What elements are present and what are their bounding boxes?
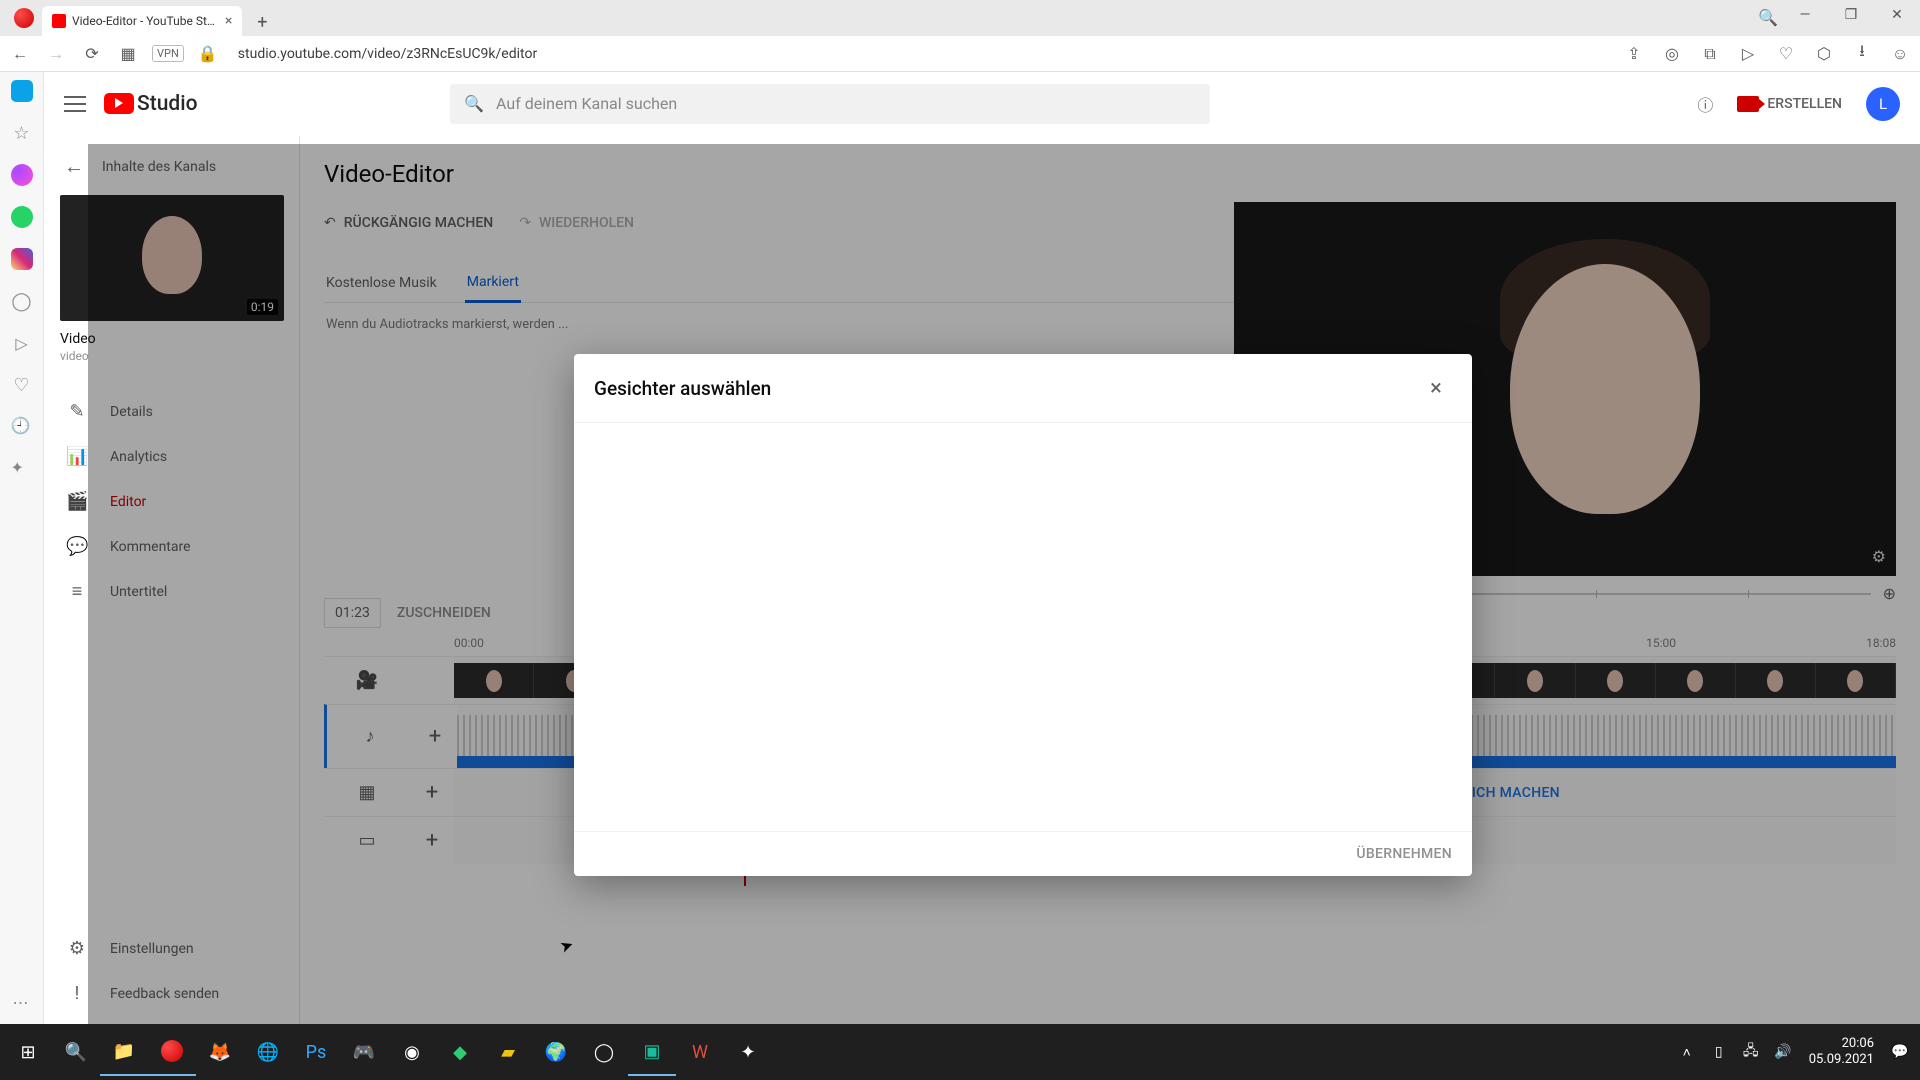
opera-menu-button[interactable] bbox=[6, 0, 42, 36]
addr-download-icon[interactable]: ⭳ bbox=[1850, 42, 1874, 66]
youtube-play-icon bbox=[104, 93, 134, 114]
addr-action-2-icon[interactable]: ◎ bbox=[1660, 42, 1684, 66]
studio-logo[interactable]: Studio bbox=[104, 92, 198, 116]
tab-close-icon[interactable]: × bbox=[225, 13, 232, 29]
site-lock-icon[interactable]: 🔒 bbox=[196, 42, 220, 66]
search-placeholder: Auf deinem Kanal suchen bbox=[496, 94, 677, 113]
tray-battery-icon[interactable]: ▯ bbox=[1703, 1028, 1735, 1076]
nav-forward-icon[interactable]: → bbox=[44, 42, 68, 66]
addr-action-1-icon[interactable]: ⇪ bbox=[1622, 42, 1646, 66]
app-globe-icon[interactable]: 🌍 bbox=[532, 1028, 580, 1076]
search-icon: 🔍 bbox=[464, 94, 484, 113]
app-yellow-icon[interactable]: ▰ bbox=[484, 1028, 532, 1076]
tray-volume-icon[interactable]: 🔊 bbox=[1767, 1028, 1799, 1076]
taskbar-search-icon[interactable]: 🔍 bbox=[52, 1028, 100, 1076]
app-red-w-icon[interactable]: W bbox=[676, 1028, 724, 1076]
app-teal-icon[interactable]: ▣ bbox=[628, 1028, 676, 1076]
action-center-icon[interactable]: 💬 bbox=[1884, 1028, 1916, 1076]
studio-header: Studio 🔍 Auf deinem Kanal suchen ⓘ ERSTE… bbox=[44, 72, 1920, 136]
select-faces-dialog: Gesichter auswählen × ÜBERNEHMEN bbox=[574, 354, 1472, 876]
dialog-close-button[interactable]: × bbox=[1420, 372, 1452, 404]
nav-back-icon[interactable]: ← bbox=[8, 42, 32, 66]
titlebar-search-icon[interactable]: 🔍 bbox=[1754, 2, 1782, 32]
address-url[interactable]: studio.youtube.com/video/z3RNcEsUC9k/edi… bbox=[238, 46, 537, 62]
gear-icon: ⚙ bbox=[66, 938, 88, 959]
app-green-icon[interactable]: ◆ bbox=[436, 1028, 484, 1076]
addr-cube-icon[interactable]: ⬡ bbox=[1812, 42, 1836, 66]
app-misc-icon[interactable]: ✦ bbox=[724, 1028, 772, 1076]
subtitles-icon: ≡ bbox=[66, 581, 88, 602]
create-camera-icon bbox=[1737, 96, 1759, 112]
messenger-icon[interactable] bbox=[11, 164, 33, 186]
opera-atom-icon[interactable]: ✦ bbox=[11, 458, 33, 480]
channel-search-input[interactable]: 🔍 Auf deinem Kanal suchen bbox=[450, 84, 1210, 124]
comments-icon: 💬 bbox=[66, 536, 88, 557]
speed-dial-icon[interactable]: ▦ bbox=[116, 42, 140, 66]
whatsapp-icon[interactable] bbox=[11, 206, 33, 228]
dialog-apply-button[interactable]: ÜBERNEHMEN bbox=[1356, 846, 1452, 862]
opera-logo-icon bbox=[14, 8, 34, 28]
tray-chevron-icon[interactable]: ˄ bbox=[1671, 1028, 1703, 1076]
tray-network-icon[interactable]: 🖧 bbox=[1735, 1028, 1767, 1076]
file-explorer-icon[interactable]: 📁 bbox=[100, 1028, 148, 1076]
start-button[interactable]: ⊞ bbox=[4, 1028, 52, 1076]
photoshop-icon[interactable]: Ps bbox=[292, 1028, 340, 1076]
opera-taskbar-icon[interactable] bbox=[148, 1028, 196, 1076]
dialog-title: Gesichter auswählen bbox=[594, 377, 771, 400]
steam-icon[interactable]: ◉ bbox=[388, 1028, 436, 1076]
browser-tab[interactable]: Video-Editor - YouTube St… × bbox=[42, 6, 242, 36]
tab-title: Video-Editor - YouTube St… bbox=[72, 14, 215, 28]
taskbar-clock[interactable]: 20:06 05.09.2021 bbox=[1799, 1036, 1884, 1068]
opera-more-icon[interactable]: ⋯ bbox=[13, 993, 31, 1012]
opera-pin-icon[interactable]: ☆ bbox=[11, 122, 33, 144]
opera-heart-icon[interactable]: ♡ bbox=[11, 374, 33, 396]
addr-heart-icon[interactable]: ♡ bbox=[1774, 42, 1798, 66]
addr-action-3-icon[interactable]: ⧉ bbox=[1698, 42, 1722, 66]
address-bar: ← → ⟳ ▦ VPN 🔒 studio.youtube.com/video/z… bbox=[0, 36, 1920, 72]
discord-icon[interactable]: 🎮 bbox=[340, 1028, 388, 1076]
new-tab-button[interactable]: + bbox=[248, 8, 276, 36]
page-content: Studio 🔍 Auf deinem Kanal suchen ⓘ ERSTE… bbox=[44, 72, 1920, 1024]
create-button[interactable]: ERSTELLEN bbox=[1737, 96, 1842, 112]
firefox-icon[interactable]: 🦊 bbox=[196, 1028, 244, 1076]
window-close-icon[interactable]: ✕ bbox=[1874, 0, 1920, 30]
studio-logo-text: Studio bbox=[137, 92, 198, 116]
analytics-icon: 📊 bbox=[66, 446, 88, 467]
opera-sidebar: ☆ ◯ ▷ ♡ 🕘 ✦ ⋯ bbox=[0, 72, 44, 1024]
addr-action-4-icon[interactable]: ▷ bbox=[1736, 42, 1760, 66]
chrome-icon[interactable]: 🌐 bbox=[244, 1028, 292, 1076]
browser-titlebar: Video-Editor - YouTube St… × + 🔍 ― ❐ ✕ bbox=[0, 0, 1920, 36]
youtube-favicon-icon bbox=[52, 14, 66, 28]
obs-icon[interactable]: ◯ bbox=[580, 1028, 628, 1076]
back-arrow-icon: ← bbox=[64, 154, 84, 179]
help-icon[interactable]: ⓘ bbox=[1697, 92, 1713, 116]
menu-toggle-button[interactable] bbox=[64, 96, 86, 112]
nav-reload-icon[interactable]: ⟳ bbox=[80, 42, 104, 66]
addr-profile-icon[interactable]: ☺ bbox=[1888, 42, 1912, 66]
feedback-icon: ! bbox=[66, 983, 88, 1004]
editor-icon: 🎬 bbox=[66, 491, 88, 512]
create-label: ERSTELLEN bbox=[1767, 96, 1842, 112]
instagram-icon[interactable] bbox=[11, 248, 33, 270]
window-restore-icon[interactable]: ❐ bbox=[1828, 0, 1874, 30]
account-avatar[interactable]: L bbox=[1866, 87, 1900, 121]
pencil-icon: ✎ bbox=[66, 401, 88, 422]
dialog-body bbox=[574, 423, 1472, 831]
opera-play-icon[interactable]: ▷ bbox=[11, 332, 33, 354]
opera-circle-icon[interactable]: ◯ bbox=[11, 290, 33, 312]
opera-home-icon[interactable] bbox=[11, 80, 33, 102]
window-minimize-icon[interactable]: ― bbox=[1782, 0, 1828, 30]
vpn-badge[interactable]: VPN bbox=[152, 45, 184, 62]
windows-taskbar: ⊞ 🔍 📁 🦊 🌐 Ps 🎮 ◉ ◆ ▰ 🌍 ◯ ▣ W ✦ ˄ ▯ 🖧 🔊 2… bbox=[0, 1024, 1920, 1080]
opera-history-icon[interactable]: 🕘 bbox=[11, 416, 33, 438]
